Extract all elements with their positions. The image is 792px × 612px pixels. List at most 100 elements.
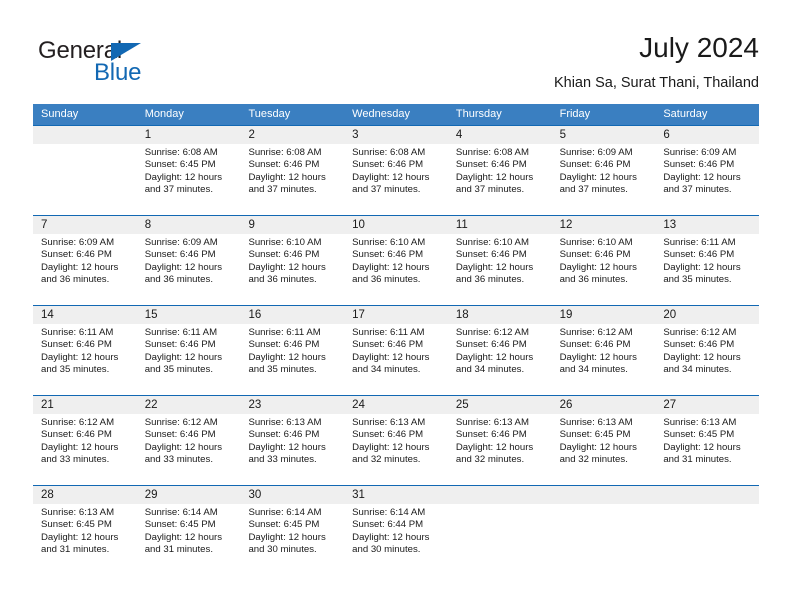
day-cell[interactable]: 17 Sunrise: 6:11 AM Sunset: 6:46 PM Dayli… bbox=[344, 306, 448, 395]
day-number: 6 bbox=[663, 129, 670, 141]
day-number: 18 bbox=[455, 309, 469, 321]
day-number: 4 bbox=[455, 129, 463, 141]
day-cell[interactable]: 25 Sunrise: 6:13 AM Sunset: 6:46 PM Dayli… bbox=[448, 396, 552, 485]
day-number: 28 bbox=[41, 489, 54, 501]
day-cell[interactable]: 9 Sunrise: 6:10 AM Sunset: 6:46 PM Daylig… bbox=[240, 216, 344, 305]
day-details: Sunrise: 6:12 AM Sunset: 6:46 PM Dayligh… bbox=[455, 327, 534, 376]
day-cell[interactable]: 6 Sunrise: 6:09 AM Sunset: 6:46 PM Daylig… bbox=[655, 126, 759, 215]
page-header: General Blue July 2024 Khian Sa, Surat T… bbox=[33, 30, 759, 98]
day-cell[interactable]: 7 Sunrise: 6:09 AM Sunset: 6:46 PM Daylig… bbox=[33, 216, 137, 305]
day-cell[interactable]: 28 Sunrise: 6:13 AM Sunset: 6:45 PM Dayli… bbox=[33, 486, 137, 575]
day-number: 12 bbox=[559, 219, 573, 231]
day-cell[interactable]: 8 Sunrise: 6:09 AM Sunset: 6:46 PM Daylig… bbox=[137, 216, 241, 305]
day-cell[interactable]: 4 Sunrise: 6:08 AM Sunset: 6:46 PM Daylig… bbox=[448, 126, 552, 215]
day-details: Sunrise: 6:11 AM Sunset: 6:46 PM Dayligh… bbox=[248, 327, 326, 376]
day-details: Sunrise: 6:10 AM Sunset: 6:46 PM Dayligh… bbox=[559, 237, 637, 286]
day-cell[interactable]: 15 Sunrise: 6:11 AM Sunset: 6:46 PM Dayli… bbox=[137, 306, 241, 395]
day-number bbox=[41, 126, 133, 144]
day-name-wednesday: Wednesday bbox=[352, 108, 411, 120]
day-cell[interactable]: 27 Sunrise: 6:13 AM Sunset: 6:45 PM Dayli… bbox=[655, 396, 759, 485]
day-cell[interactable] bbox=[448, 486, 552, 575]
day-details: Sunrise: 6:09 AM Sunset: 6:46 PM Dayligh… bbox=[144, 237, 223, 286]
day-details: Sunrise: 6:10 AM Sunset: 6:46 PM Dayligh… bbox=[352, 237, 430, 286]
day-number: 30 bbox=[248, 489, 262, 501]
week-row: 28 Sunrise: 6:13 AM Sunset: 6:45 PM Dayli… bbox=[33, 485, 759, 575]
day-cell[interactable]: 19 Sunrise: 6:12 AM Sunset: 6:46 PM Dayli… bbox=[552, 306, 656, 395]
page-title: July 2024 bbox=[639, 32, 759, 63]
day-name-saturday: Saturday bbox=[663, 108, 708, 120]
day-number: 27 bbox=[663, 399, 677, 411]
day-details: Sunrise: 6:12 AM Sunset: 6:46 PM Dayligh… bbox=[663, 327, 741, 376]
day-number: 22 bbox=[144, 399, 158, 411]
day-cell[interactable]: 3 Sunrise: 6:08 AM Sunset: 6:46 PM Daylig… bbox=[344, 126, 448, 215]
day-cell[interactable]: 12 Sunrise: 6:10 AM Sunset: 6:46 PM Dayli… bbox=[552, 216, 656, 305]
day-cell[interactable]: 10 Sunrise: 6:10 AM Sunset: 6:46 PM Dayli… bbox=[344, 216, 448, 305]
day-number: 26 bbox=[559, 399, 573, 411]
day-number: 31 bbox=[352, 489, 365, 501]
day-cell[interactable]: 20 Sunrise: 6:12 AM Sunset: 6:46 PM Dayli… bbox=[655, 306, 759, 395]
day-details: Sunrise: 6:10 AM Sunset: 6:46 PM Dayligh… bbox=[455, 237, 534, 286]
day-number: 2 bbox=[248, 129, 255, 141]
day-details: Sunrise: 6:12 AM Sunset: 6:46 PM Dayligh… bbox=[144, 417, 223, 466]
day-details: Sunrise: 6:13 AM Sunset: 6:46 PM Dayligh… bbox=[352, 417, 430, 466]
day-cell[interactable]: 21 Sunrise: 6:12 AM Sunset: 6:46 PM Dayli… bbox=[33, 396, 137, 485]
day-details: Sunrise: 6:13 AM Sunset: 6:46 PM Dayligh… bbox=[455, 417, 534, 466]
day-number bbox=[663, 486, 755, 504]
page-subtitle: Khian Sa, Surat Thani, Thailand bbox=[553, 75, 759, 91]
general-blue-logo[interactable]: General Blue bbox=[38, 38, 228, 90]
day-cell[interactable]: 22 Sunrise: 6:12 AM Sunset: 6:46 PM Dayli… bbox=[137, 396, 241, 485]
day-cell[interactable]: 11 Sunrise: 6:10 AM Sunset: 6:46 PM Dayli… bbox=[448, 216, 552, 305]
logo-text-blue: Blue bbox=[94, 59, 142, 86]
day-cell[interactable] bbox=[33, 126, 137, 215]
day-cell[interactable]: 13 Sunrise: 6:11 AM Sunset: 6:46 PM Dayli… bbox=[655, 216, 759, 305]
day-cell[interactable]: 2 Sunrise: 6:08 AM Sunset: 6:46 PM Daylig… bbox=[240, 126, 344, 215]
day-cell[interactable]: 31 Sunrise: 6:14 AM Sunset: 6:44 PM Dayli… bbox=[344, 486, 448, 575]
day-details: Sunrise: 6:08 AM Sunset: 6:46 PM Dayligh… bbox=[352, 147, 430, 196]
day-details: Sunrise: 6:08 AM Sunset: 6:46 PM Dayligh… bbox=[455, 147, 534, 196]
week-row: 14 Sunrise: 6:11 AM Sunset: 6:46 PM Dayli… bbox=[33, 305, 759, 395]
calendar-grid: Sunday Monday Tuesday Wednesday Thursday… bbox=[33, 104, 759, 575]
day-number: 15 bbox=[144, 309, 158, 321]
day-number: 14 bbox=[41, 309, 54, 321]
day-details: Sunrise: 6:13 AM Sunset: 6:45 PM Dayligh… bbox=[41, 507, 119, 556]
day-details: Sunrise: 6:08 AM Sunset: 6:45 PM Dayligh… bbox=[144, 147, 223, 196]
day-name-thursday: Thursday bbox=[455, 108, 502, 120]
day-details: Sunrise: 6:09 AM Sunset: 6:46 PM Dayligh… bbox=[663, 147, 741, 196]
day-number: 5 bbox=[559, 129, 566, 141]
day-number: 13 bbox=[663, 219, 677, 231]
day-number: 20 bbox=[663, 309, 677, 321]
week-row: 1 Sunrise: 6:08 AM Sunset: 6:45 PM Daylig… bbox=[33, 125, 759, 215]
day-details: Sunrise: 6:13 AM Sunset: 6:45 PM Dayligh… bbox=[559, 417, 637, 466]
day-number: 1 bbox=[144, 129, 152, 141]
day-cell[interactable]: 24 Sunrise: 6:13 AM Sunset: 6:46 PM Dayli… bbox=[344, 396, 448, 485]
day-cell[interactable]: 26 Sunrise: 6:13 AM Sunset: 6:45 PM Dayli… bbox=[552, 396, 656, 485]
day-details: Sunrise: 6:11 AM Sunset: 6:46 PM Dayligh… bbox=[41, 327, 119, 376]
day-cell[interactable]: 29 Sunrise: 6:14 AM Sunset: 6:45 PM Dayli… bbox=[137, 486, 241, 575]
day-name-sunday: Sunday bbox=[41, 108, 79, 120]
day-details: Sunrise: 6:11 AM Sunset: 6:46 PM Dayligh… bbox=[144, 327, 223, 376]
day-number: 16 bbox=[248, 309, 262, 321]
day-cell[interactable] bbox=[552, 486, 656, 575]
day-number: 8 bbox=[144, 219, 152, 231]
day-number bbox=[560, 486, 652, 504]
week-row: 7 Sunrise: 6:09 AM Sunset: 6:46 PM Daylig… bbox=[33, 215, 759, 305]
week-row: 21 Sunrise: 6:12 AM Sunset: 6:46 PM Dayli… bbox=[33, 395, 759, 485]
day-cell[interactable]: 14 Sunrise: 6:11 AM Sunset: 6:46 PM Dayli… bbox=[33, 306, 137, 395]
day-details: Sunrise: 6:14 AM Sunset: 6:44 PM Dayligh… bbox=[352, 507, 430, 556]
day-number: 3 bbox=[352, 129, 359, 141]
day-cell[interactable]: 30 Sunrise: 6:14 AM Sunset: 6:45 PM Dayli… bbox=[240, 486, 344, 575]
day-cell[interactable]: 1 Sunrise: 6:08 AM Sunset: 6:45 PM Daylig… bbox=[137, 126, 241, 215]
day-details: Sunrise: 6:10 AM Sunset: 6:46 PM Dayligh… bbox=[248, 237, 326, 286]
day-cell[interactable]: 5 Sunrise: 6:09 AM Sunset: 6:46 PM Daylig… bbox=[552, 126, 656, 215]
day-name-header-row: Sunday Monday Tuesday Wednesday Thursday… bbox=[33, 104, 759, 125]
day-details: Sunrise: 6:14 AM Sunset: 6:45 PM Dayligh… bbox=[248, 507, 326, 556]
day-number: 25 bbox=[455, 399, 469, 411]
day-cell[interactable] bbox=[655, 486, 759, 575]
day-details: Sunrise: 6:14 AM Sunset: 6:45 PM Dayligh… bbox=[144, 507, 223, 556]
day-cell[interactable]: 23 Sunrise: 6:13 AM Sunset: 6:46 PM Dayli… bbox=[240, 396, 344, 485]
day-number: 24 bbox=[352, 399, 365, 411]
day-number bbox=[456, 486, 548, 504]
day-cell[interactable]: 16 Sunrise: 6:11 AM Sunset: 6:46 PM Dayli… bbox=[240, 306, 344, 395]
day-cell[interactable]: 18 Sunrise: 6:12 AM Sunset: 6:46 PM Dayli… bbox=[448, 306, 552, 395]
title-block: July 2024 Khian Sa, Surat Thani, Thailan… bbox=[554, 30, 759, 95]
